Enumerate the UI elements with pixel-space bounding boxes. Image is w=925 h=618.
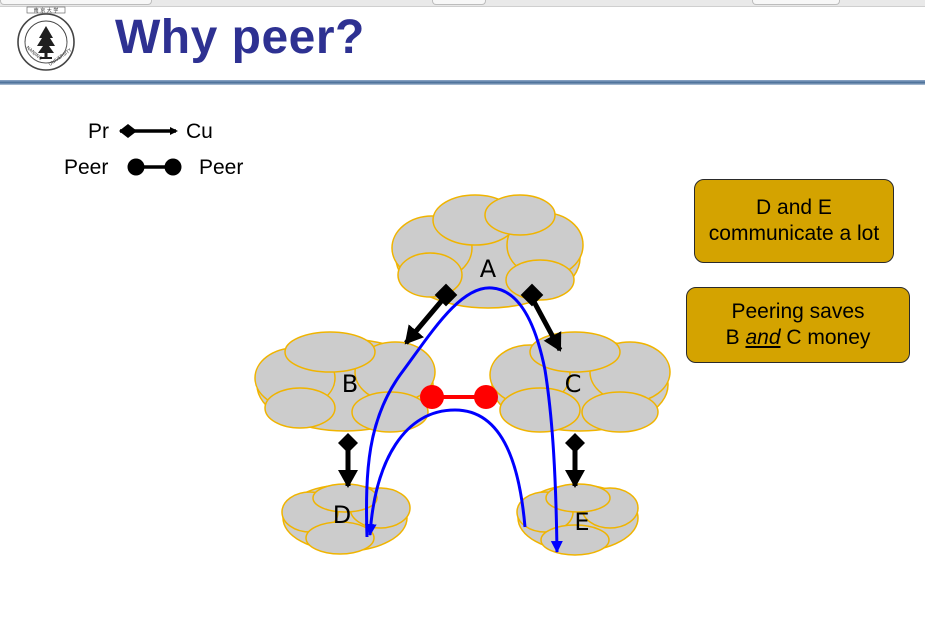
peer-link-b-c: [420, 385, 498, 409]
callout-2-line-1: Peering saves: [731, 300, 865, 323]
legend-peer-link: [127, 158, 182, 176]
callout-2-text-and: and: [745, 326, 781, 349]
link-c-to-e: [565, 433, 585, 488]
cloud-a: [391, 194, 584, 309]
node-label-e: E: [574, 508, 589, 536]
node-label-d: D: [333, 501, 351, 529]
node-label-c: C: [565, 370, 582, 398]
node-label-a: A: [480, 255, 497, 283]
callout-d-e-communicate: D and E communicate a lot: [694, 179, 894, 263]
callout-1-line-2: communicate a lot: [708, 222, 880, 245]
callout-2-line-2: B and C money: [726, 325, 871, 351]
callout-peering-saves-money: Peering saves B and C money: [686, 287, 910, 363]
link-b-to-d: [338, 433, 358, 488]
callout-1-line-1: D and E: [756, 196, 832, 219]
callout-2-text-b: B: [725, 326, 740, 349]
callout-2-text-c-money: C money: [786, 326, 871, 349]
legend-provider-customer-arrow: [119, 124, 178, 138]
node-label-b: B: [342, 370, 358, 398]
slide: 南 京 大 学 NANJING UNIVERSITY Why peer? Pr …: [0, 0, 925, 618]
